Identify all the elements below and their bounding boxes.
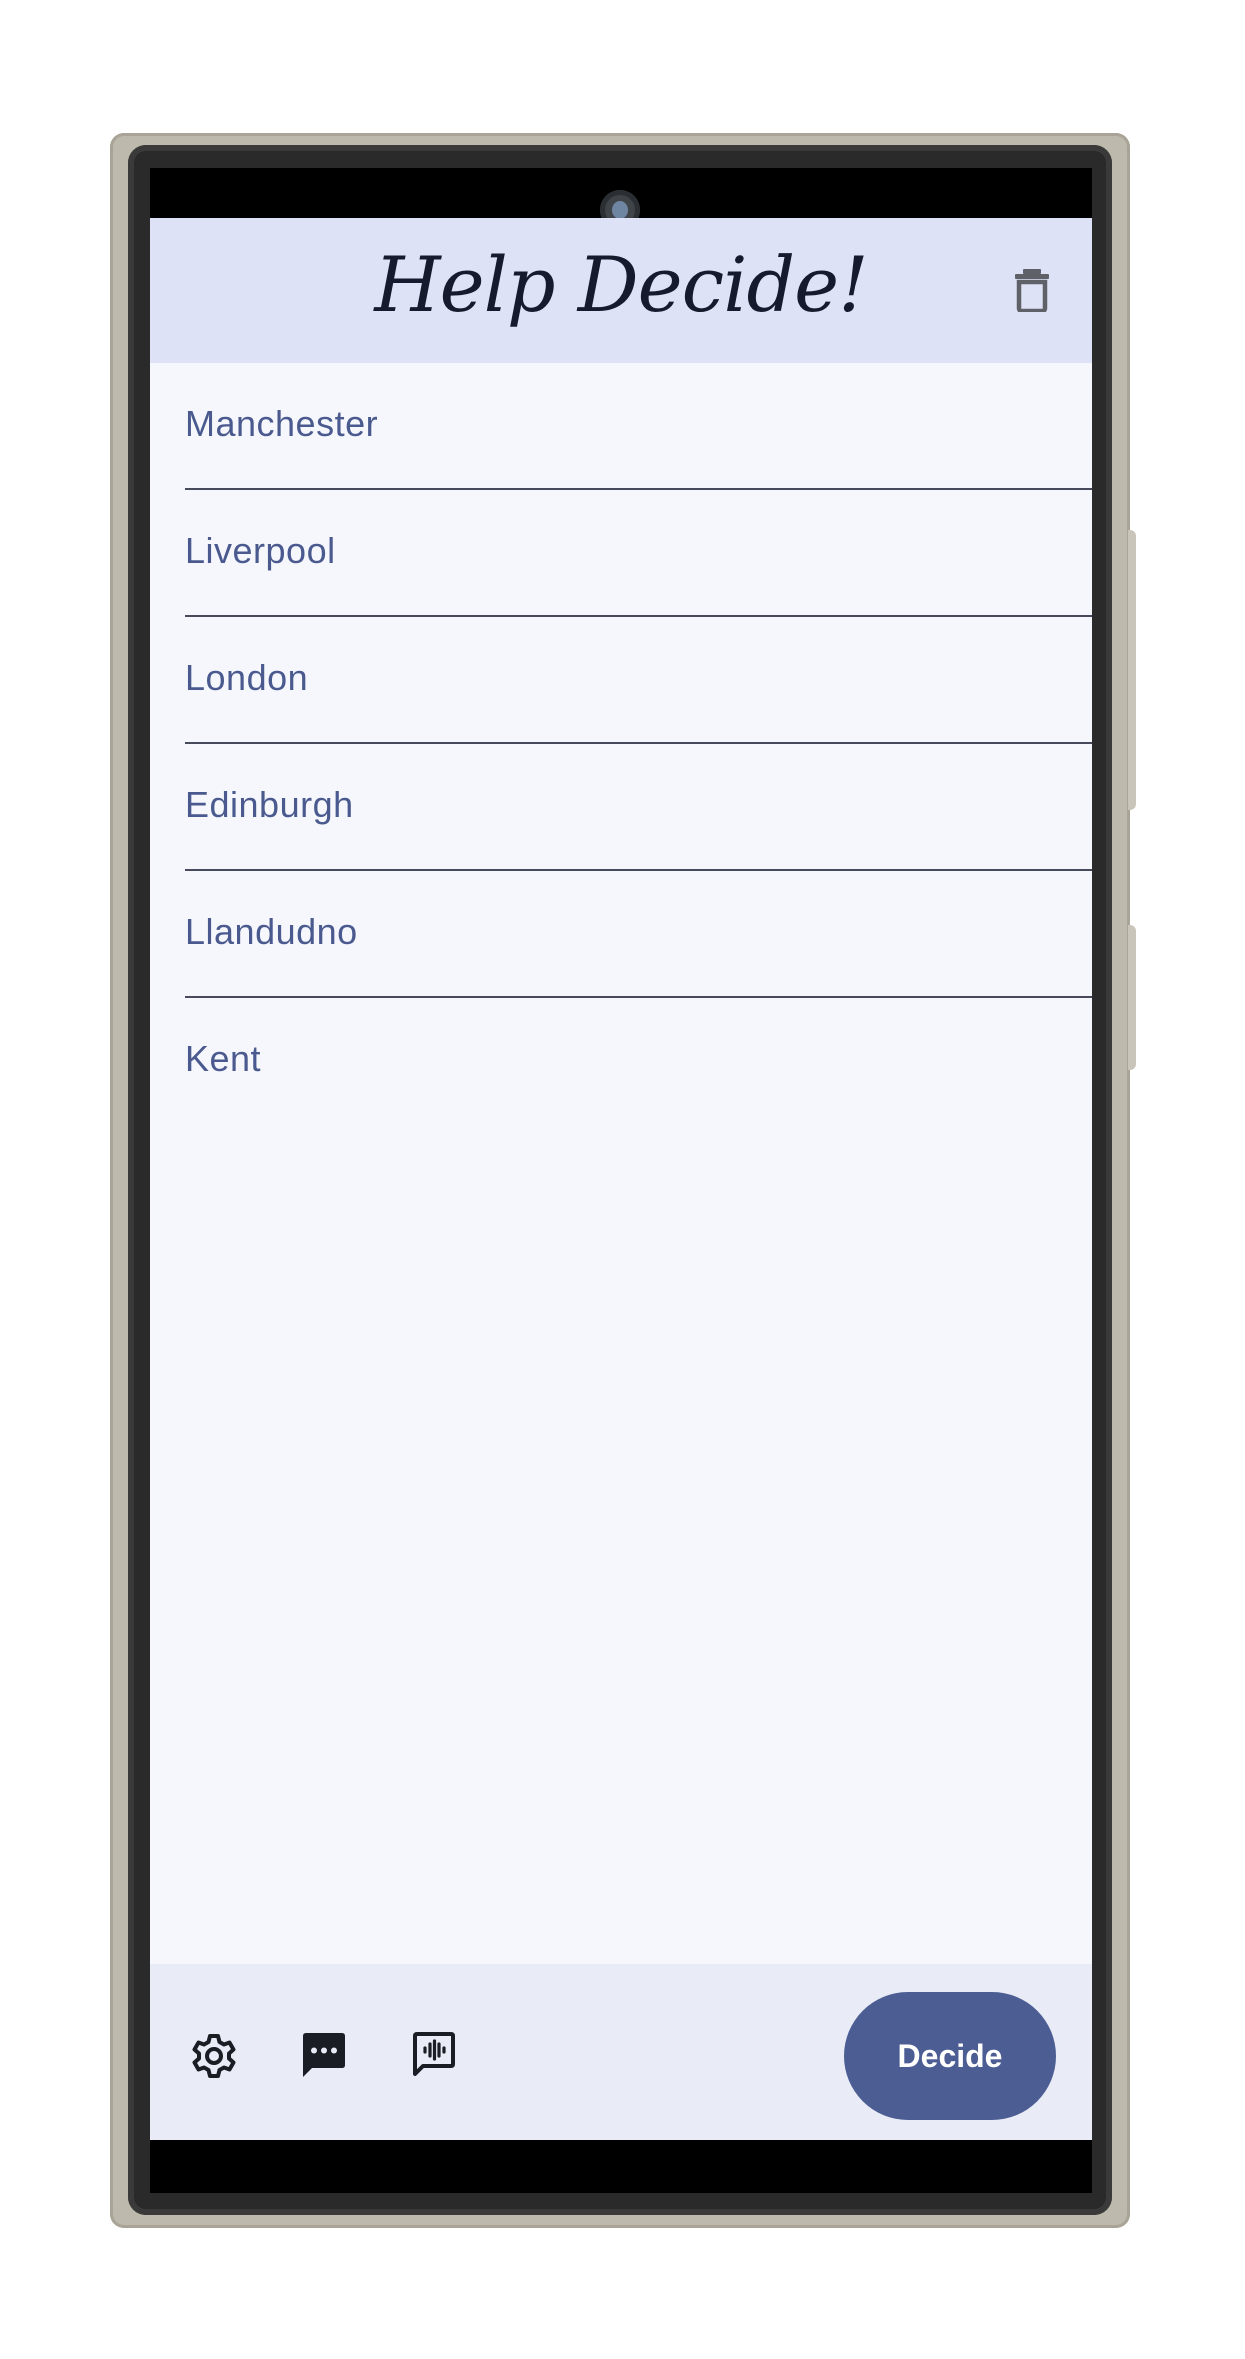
list-item-label: London [185, 657, 309, 698]
decide-button[interactable]: Decide [844, 1992, 1056, 2120]
phone-power-button [1128, 925, 1136, 1070]
chat-button[interactable] [298, 2030, 350, 2082]
list-item-label: Kent [185, 1038, 262, 1079]
app-header: Help Decide! [150, 218, 1092, 363]
list-item[interactable]: Manchester [185, 363, 1092, 490]
list-item-label: Llandudno [185, 911, 358, 952]
options-list: Manchester Liverpool London Edinburgh Ll… [150, 363, 1092, 1125]
voice-chat-icon [413, 2032, 455, 2076]
list-item[interactable]: Kent [185, 998, 1092, 1125]
bottom-app-bar: Decide [150, 1964, 1092, 2140]
settings-icon [192, 2034, 236, 2078]
app-screen: Help Decide! Manchester Liverpool London… [150, 218, 1092, 2140]
settings-button[interactable] [188, 2030, 240, 2082]
voice-chat-button[interactable] [408, 2030, 460, 2082]
list-item[interactable]: Liverpool [185, 490, 1092, 617]
list-item-label: Manchester [185, 403, 379, 444]
app-title: Help Decide! [374, 240, 868, 329]
list-item-label: Liverpool [185, 530, 336, 571]
list-item[interactable]: Edinburgh [185, 744, 1092, 871]
chat-more-icon [303, 2033, 345, 2077]
list-item[interactable]: Llandudno [185, 871, 1092, 998]
clear-list-button[interactable] [1005, 263, 1059, 317]
list-item-label: Edinburgh [185, 784, 354, 825]
trash-icon [1015, 269, 1049, 312]
list-item[interactable]: London [185, 617, 1092, 744]
phone-volume-button [1128, 530, 1136, 810]
